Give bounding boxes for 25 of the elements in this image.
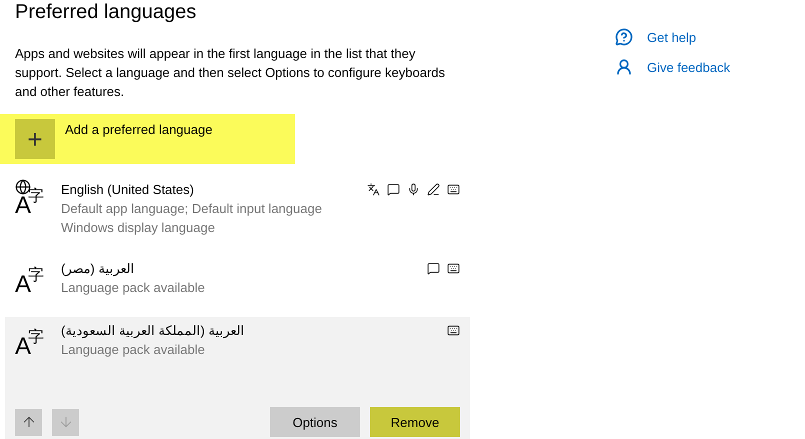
keyboard-icon xyxy=(447,183,460,196)
language-detail: Windows display language xyxy=(61,219,216,237)
speech-bubble-icon xyxy=(387,183,400,196)
help-icon xyxy=(615,28,633,46)
action-button[interactable]: Options xyxy=(270,407,360,437)
language-name: العربية (مصر) xyxy=(61,260,136,278)
pen-icon xyxy=(427,183,440,196)
side-link[interactable]: Get help xyxy=(615,28,730,46)
action-button[interactable]: Remove xyxy=(370,407,460,437)
translate-icon xyxy=(367,183,380,196)
speech-bubble-icon xyxy=(427,262,440,275)
move-up-button[interactable] xyxy=(15,408,42,436)
language-detail: Language pack available xyxy=(61,279,206,297)
keyboard-icon xyxy=(447,262,460,275)
language-detail: Language pack available xyxy=(61,341,206,359)
person-icon xyxy=(615,58,633,76)
add-language-button[interactable]: + Add a preferred language xyxy=(0,114,295,164)
page-title: Preferred languages xyxy=(15,0,198,24)
keyboard-icon xyxy=(447,324,460,337)
description-text: Apps and websites will appear in the first language in the list that they support. Select a language and then select Options to configure keyboards and other features. xyxy=(15,45,446,101)
language-detail: Default app language; Default input language xyxy=(61,200,323,218)
microphone-icon xyxy=(407,183,420,196)
language-name: English (United States) xyxy=(61,181,195,199)
language-name: العربية (المملكة العربية السعودية) xyxy=(61,322,246,340)
side-link[interactable]: Give feedback xyxy=(615,58,730,76)
